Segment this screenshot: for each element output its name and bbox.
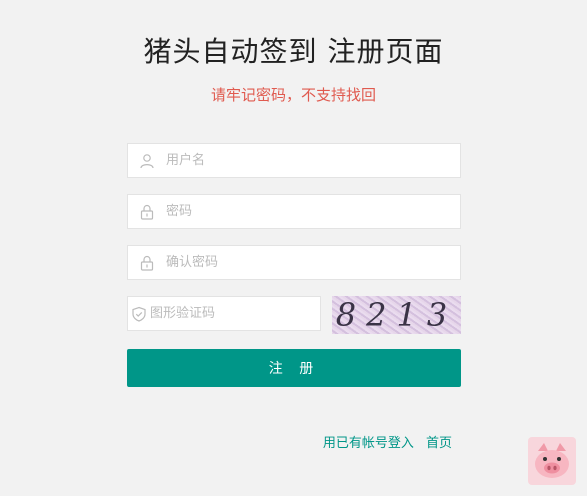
- user-icon: [128, 144, 166, 177]
- username-field-wrapper: [127, 143, 461, 178]
- confirm-password-field-wrapper: [127, 245, 461, 280]
- login-link[interactable]: 用已有帐号登入: [323, 436, 414, 451]
- home-link[interactable]: 首页: [426, 436, 452, 451]
- lock-icon: [128, 246, 166, 279]
- page-title: 猪头自动签到 注册页面: [143, 35, 444, 68]
- shield-icon: [128, 297, 150, 330]
- lock-icon: [128, 195, 166, 228]
- footer-links: 用已有帐号登入 首页: [315, 432, 452, 451]
- password-input[interactable]: [166, 195, 460, 228]
- captcha-image[interactable]: 8213: [332, 296, 461, 334]
- register-button[interactable]: 注 册: [127, 349, 461, 387]
- confirm-password-input[interactable]: [166, 246, 460, 279]
- page-subtitle: 请牢记密码，不支持找回: [210, 86, 376, 104]
- username-input[interactable]: [166, 144, 460, 177]
- pig-icon[interactable]: [528, 437, 576, 485]
- captcha-field-wrapper: [127, 296, 321, 331]
- password-field-wrapper: [127, 194, 461, 229]
- captcha-input[interactable]: [150, 297, 320, 330]
